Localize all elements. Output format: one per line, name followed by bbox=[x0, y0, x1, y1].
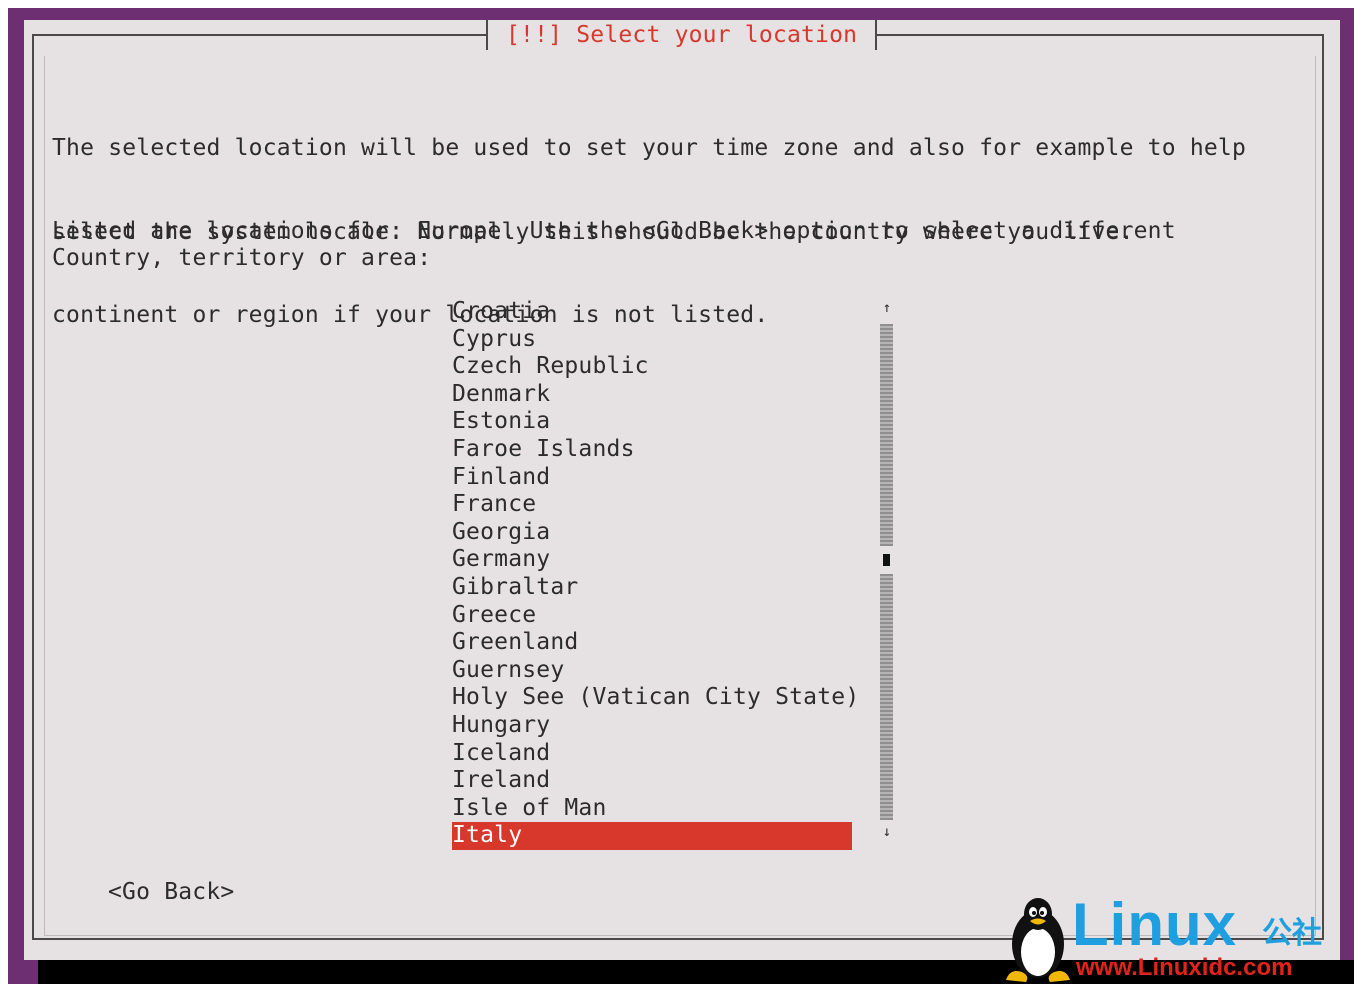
country-prompt: Country, territory or area: bbox=[52, 245, 432, 271]
list-item[interactable]: Greenland bbox=[452, 629, 852, 657]
dialog-title-box: [!!] Select your location bbox=[486, 20, 878, 50]
country-list[interactable]: Croatia Cyprus Czech Republic Denmark Estoni… bbox=[452, 298, 859, 850]
scrollbar-thumb[interactable] bbox=[883, 554, 890, 566]
list-item[interactable]: Finland bbox=[452, 464, 852, 492]
list-item[interactable]: Holy See (Vatican City State) bbox=[452, 684, 859, 712]
list-item[interactable]: Cyprus bbox=[452, 326, 852, 354]
list-item[interactable]: Croatia bbox=[452, 298, 852, 326]
location-dialog: [!!] Select your location The selected l… bbox=[24, 20, 1340, 960]
list-item[interactable]: Greece bbox=[452, 602, 852, 630]
list-item[interactable]: Isle of Man bbox=[452, 795, 852, 823]
scrollbar-track-lower[interactable] bbox=[880, 574, 893, 820]
penguin-icon bbox=[1006, 898, 1070, 982]
list-item[interactable]: Ireland bbox=[452, 767, 852, 795]
list-item[interactable]: Denmark bbox=[452, 381, 852, 409]
list-item[interactable]: Hungary bbox=[452, 712, 852, 740]
go-back-button[interactable]: <Go Back> bbox=[108, 878, 234, 906]
watermark-logo: Linux 公社 www.Linuxidc.com bbox=[1000, 892, 1350, 984]
dialog-title: [!!] Select your location bbox=[506, 22, 858, 48]
scrollbar-track-upper[interactable] bbox=[880, 324, 893, 546]
watermark-url: www.Linuxidc.com bbox=[1076, 954, 1293, 981]
installer-screen: [!!] Select your location The selected l… bbox=[0, 0, 1354, 984]
watermark-brand: Linux bbox=[1072, 891, 1237, 958]
list-item-selected[interactable]: Italy bbox=[452, 822, 852, 850]
list-item[interactable]: Germany bbox=[452, 546, 852, 574]
list-item[interactable]: Guernsey bbox=[452, 657, 852, 685]
description-line: The selected location will be used to se… bbox=[52, 135, 1247, 161]
list-item[interactable]: France bbox=[452, 491, 852, 519]
list-item[interactable]: Czech Republic bbox=[452, 353, 852, 381]
arrow-down-icon[interactable]: ↓ bbox=[880, 824, 894, 840]
list-item[interactable]: Estonia bbox=[452, 408, 852, 436]
list-item[interactable]: Faroe Islands bbox=[452, 436, 852, 464]
region-line: Listed are locations for: Europe. Use th… bbox=[52, 218, 1176, 244]
list-item[interactable]: Gibraltar bbox=[452, 574, 852, 602]
arrow-up-icon[interactable]: ↑ bbox=[880, 300, 894, 316]
list-item[interactable]: Georgia bbox=[452, 519, 852, 547]
list-item[interactable]: Iceland bbox=[452, 740, 852, 768]
watermark-suffix: 公社 bbox=[1262, 916, 1322, 951]
